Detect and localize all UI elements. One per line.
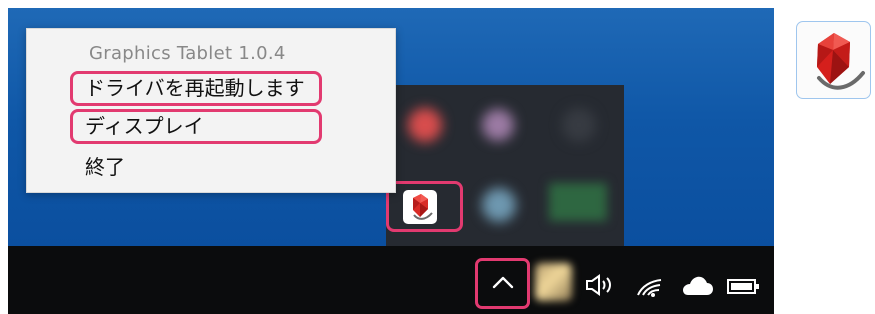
blurred-tray-icon-blue [482,188,516,222]
speaker-icon[interactable] [582,271,616,299]
wifi-icon[interactable] [633,272,667,300]
exit-menu-item[interactable]: 終了 [70,150,322,185]
wifi-glyph-icon [637,279,662,297]
cloud-icon[interactable] [679,273,715,300]
blurred-tray-icon-purple [482,109,514,141]
graphics-tablet-icon[interactable] [403,190,437,224]
menu-title: Graphics Tablet 1.0.4 [89,43,286,64]
graphics-tablet-app-logo-icon [817,33,865,90]
blurred-notification-icon[interactable] [535,263,572,301]
blurred-tray-icon-green [549,183,607,221]
graphics-tablet-logo-icon [413,194,433,220]
speaker-glyph-icon [586,274,611,296]
graphics-tablet-context-menu: Graphics Tablet 1.0.4 ドライバを再起動します ディスプレイ… [26,28,396,193]
blurred-tray-icon-dark [562,108,596,142]
display-menu-item[interactable]: ディスプレイ [70,109,322,144]
battery-glyph-icon [727,279,759,294]
battery-icon[interactable] [725,276,761,297]
blurred-tray-icon-red [408,108,442,142]
cloud-glyph-icon [683,276,713,295]
restart-driver-menu-item[interactable]: ドライバを再起動します [70,71,322,106]
graphics-tablet-app-icon [796,21,871,99]
chevron-up-icon[interactable] [491,272,515,294]
chevron-up-glyph-icon [492,276,514,289]
screenshot-stage: Graphics Tablet 1.0.4 ドライバを再起動します ディスプレイ… [0,0,875,314]
